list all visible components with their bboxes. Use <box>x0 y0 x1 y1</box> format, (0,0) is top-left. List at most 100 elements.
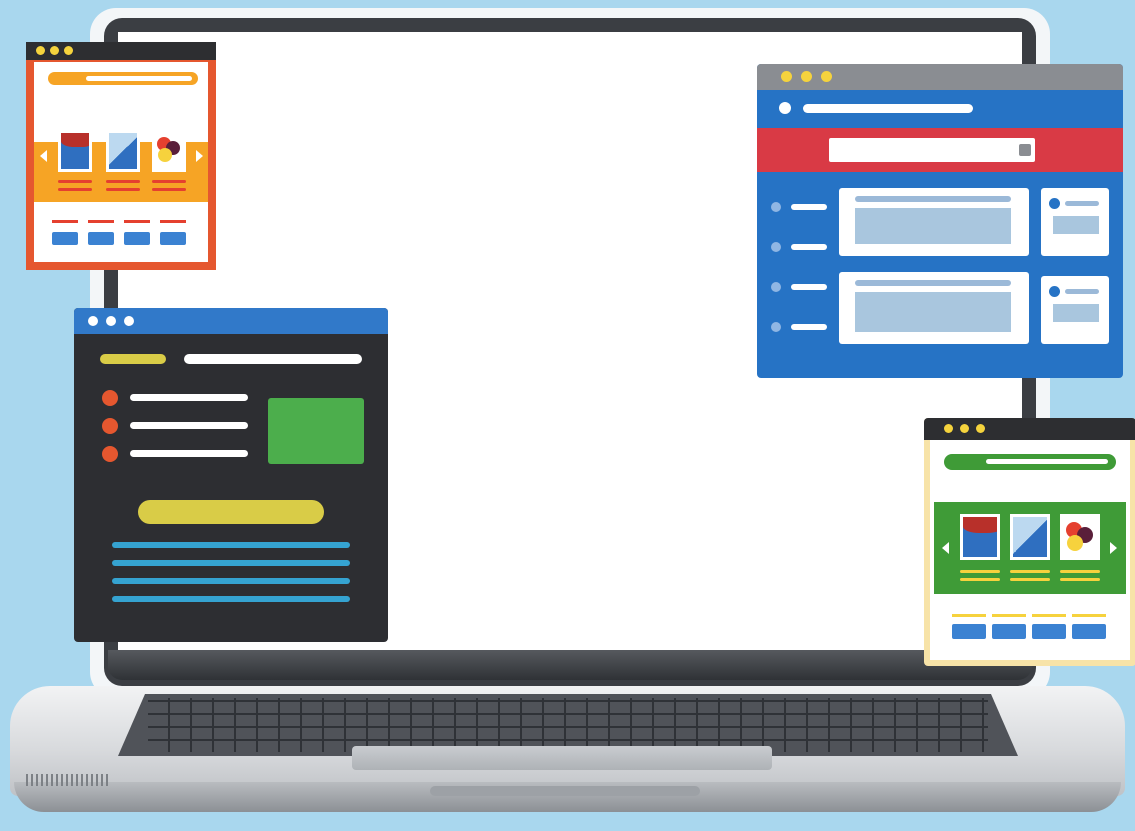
window-dot-icon <box>944 424 953 433</box>
orange-gallery-window <box>26 42 216 270</box>
laptop-hinge <box>108 650 1032 680</box>
footer-button <box>1032 624 1066 639</box>
highlight-image-placeholder <box>268 398 364 464</box>
list-item-placeholder <box>130 450 248 457</box>
caption-line <box>58 188 92 191</box>
window-dot-icon <box>64 46 73 55</box>
card-title-placeholder <box>855 196 1011 202</box>
image-thumbnail-icon <box>106 130 140 172</box>
window-dot-icon <box>976 424 985 433</box>
caption-line <box>106 180 140 183</box>
bullet-icon <box>771 282 781 292</box>
window-dot-icon <box>124 316 134 326</box>
chevron-left-icon <box>40 150 47 162</box>
address-text-placeholder <box>986 459 1108 464</box>
image-thumbnail-icon <box>1010 514 1050 560</box>
footer-button <box>160 232 186 245</box>
footer-button <box>88 232 114 245</box>
window-dot-icon <box>781 71 792 82</box>
card-image-placeholder <box>855 292 1011 332</box>
card-title-placeholder <box>855 280 1011 286</box>
card-image-placeholder <box>855 208 1011 244</box>
header-text-placeholder <box>184 354 362 364</box>
image-thumbnail-icon <box>1060 514 1100 560</box>
list-item-placeholder <box>130 422 248 429</box>
side-card-line <box>1065 289 1099 294</box>
nav-dot-icon <box>779 102 791 114</box>
chevron-right-icon <box>1110 542 1117 554</box>
footer-line <box>992 614 1026 617</box>
footer-line <box>1032 614 1066 617</box>
window-dot-icon <box>88 316 98 326</box>
keyboard-keys <box>148 698 988 752</box>
avatar <box>1049 198 1060 209</box>
chevron-right-icon <box>196 150 203 162</box>
caption-line <box>1010 578 1050 581</box>
sidebar-item-placeholder <box>791 244 827 250</box>
side-card-line <box>1065 201 1099 206</box>
footer-button <box>52 232 78 245</box>
window-dot-icon <box>36 46 45 55</box>
footer-line <box>1072 614 1106 617</box>
paragraph-line <box>112 578 350 584</box>
sidebar-item-placeholder <box>791 204 827 210</box>
list-item-placeholder <box>130 394 248 401</box>
blue-dashboard-window <box>757 64 1123 378</box>
window-title-bar <box>74 308 388 334</box>
window-dot-icon <box>821 71 832 82</box>
bullet-icon <box>771 202 781 212</box>
paragraph-line <box>112 596 350 602</box>
window-dot-icon <box>106 316 116 326</box>
logo-placeholder <box>100 354 166 364</box>
address-text-placeholder <box>86 76 192 81</box>
dark-content-window <box>74 308 388 642</box>
illustration-scene <box>0 0 1135 831</box>
side-card-image <box>1053 304 1099 322</box>
caption-line <box>960 578 1000 581</box>
avatar <box>1049 286 1060 297</box>
footer-line <box>124 220 150 223</box>
header-title-placeholder <box>803 104 973 113</box>
image-thumbnail-icon <box>152 130 186 172</box>
footer-line <box>160 220 186 223</box>
caption-line <box>960 570 1000 573</box>
laptop-notch <box>430 786 700 796</box>
window-title-bar <box>924 418 1135 440</box>
footer-button <box>1072 624 1106 639</box>
sidebar-item-placeholder <box>791 324 827 330</box>
bullet-icon <box>771 242 781 252</box>
footer-button <box>952 624 986 639</box>
footer-line <box>52 220 78 223</box>
footer-line <box>952 614 986 617</box>
search-input <box>829 138 1035 162</box>
caption-line <box>58 180 92 183</box>
laptop-trackpad <box>352 746 772 770</box>
bullet-icon <box>771 322 781 332</box>
footer-button <box>124 232 150 245</box>
caption-line <box>106 188 140 191</box>
paragraph-line <box>112 560 350 566</box>
laptop-vent <box>26 774 110 786</box>
caption-line <box>1060 570 1100 573</box>
window-title-bar <box>757 64 1123 90</box>
caption-line <box>152 180 186 183</box>
caption-line <box>152 188 186 191</box>
green-gallery-window <box>924 418 1135 666</box>
caption-line <box>1010 570 1050 573</box>
bullet-icon <box>102 390 118 406</box>
side-card-image <box>1053 216 1099 234</box>
window-dot-icon <box>960 424 969 433</box>
image-thumbnail-icon <box>58 130 92 172</box>
window-dot-icon <box>801 71 812 82</box>
chevron-left-icon <box>942 542 949 554</box>
footer-line <box>88 220 114 223</box>
paragraph-line <box>112 542 350 548</box>
image-thumbnail-icon <box>960 514 1000 560</box>
bullet-icon <box>102 446 118 462</box>
window-dot-icon <box>50 46 59 55</box>
sidebar-item-placeholder <box>791 284 827 290</box>
footer-button <box>992 624 1026 639</box>
call-to-action-button <box>138 500 324 524</box>
search-icon <box>1019 144 1031 156</box>
window-title-bar <box>26 42 216 60</box>
